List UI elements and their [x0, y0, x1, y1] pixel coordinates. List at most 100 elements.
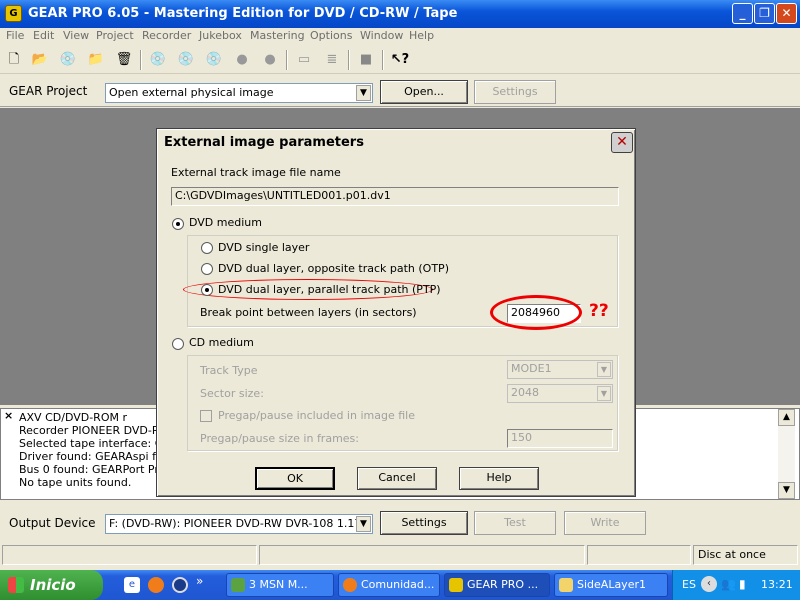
dvd-otp-label: DVD dual layer, opposite track path (OTP…: [218, 262, 449, 275]
ok-button[interactable]: OK: [255, 467, 335, 490]
start-button[interactable]: Inicio: [0, 570, 103, 600]
dialog-close-icon[interactable]: ✕: [611, 132, 633, 153]
language-indicator[interactable]: ES: [682, 578, 696, 591]
log-line: Selected tape interface: GEA: [19, 437, 178, 450]
dvd-medium-label: DVD medium: [189, 216, 262, 229]
pregap-check-label: Pregap/pause included in image file: [218, 409, 415, 422]
scroll-down-icon[interactable]: ▼: [778, 482, 795, 499]
open-folder-icon[interactable]: 📂: [30, 50, 50, 70]
minimize-button[interactable]: _: [732, 3, 753, 24]
clock[interactable]: 13:21: [761, 578, 793, 591]
window-title: GEAR PRO 6.05 - Mastering Edition for DV…: [28, 6, 458, 21]
disc-info-icon[interactable]: 💿: [148, 50, 168, 70]
task-sidealayer1[interactable]: SideALayer1: [554, 573, 668, 597]
menu-jukebox[interactable]: Jukebox: [199, 29, 242, 42]
output-device-select[interactable]: F: (DVD-RW): PIONEER DVD-RW DVR-108 1.17…: [105, 514, 373, 534]
menu-project[interactable]: Project: [96, 29, 134, 42]
task-comunidad[interactable]: Comunidad...: [338, 573, 440, 597]
dvd-single-layer-radio[interactable]: [201, 242, 213, 254]
test-button[interactable]: Test: [474, 511, 556, 535]
toolbar: 🗋 📂 💿 📁 🗑 💿 💿 💿 ● ● ▭ ≣ ■ ↖?: [0, 46, 800, 74]
list-icon[interactable]: ≣: [322, 50, 342, 70]
chevron-down-icon: ▼: [356, 516, 371, 532]
tape-icon[interactable]: ▭: [294, 50, 314, 70]
close-button[interactable]: ✕: [776, 3, 797, 24]
track-type-select[interactable]: MODE1 ▼: [507, 360, 613, 379]
menu-recorder[interactable]: Recorder: [142, 29, 191, 42]
network-icon[interactable]: 👥: [721, 577, 736, 591]
task-gear-pro[interactable]: GEAR PRO ...: [444, 573, 550, 597]
dvd-single-layer-label: DVD single layer: [218, 241, 310, 254]
external-image-dialog: External image parameters ✕ External tra…: [156, 128, 636, 497]
folder-disabled-icon[interactable]: ■: [356, 50, 376, 70]
task-label: 3 MSN M...: [249, 578, 308, 591]
status-panel: [259, 545, 585, 565]
status-panel: [587, 545, 691, 565]
pregap-size-input[interactable]: 150: [507, 429, 613, 448]
output-device-value: F: (DVD-RW): PIONEER DVD-RW DVR-108 1.17: [109, 517, 362, 530]
dvd-ptp-radio[interactable]: [201, 284, 213, 296]
write-button[interactable]: Write: [564, 511, 646, 535]
bucket-icon[interactable]: 🗑: [114, 50, 134, 70]
volume-icon[interactable]: ▮: [739, 577, 746, 591]
disc-add-icon[interactable]: 💿: [58, 50, 78, 70]
disc-disabled-icon[interactable]: ●: [260, 50, 280, 70]
file-name-label: External track image file name: [171, 166, 341, 179]
help-button[interactable]: Help: [459, 467, 539, 490]
ie-icon[interactable]: e: [124, 577, 140, 593]
sector-size-select[interactable]: 2048 ▼: [507, 384, 613, 403]
disc-disabled-icon[interactable]: ●: [232, 50, 252, 70]
media-player-icon[interactable]: [172, 577, 188, 593]
toolbar-separator: [286, 50, 288, 70]
task-msn[interactable]: 3 MSN M...: [226, 573, 334, 597]
menu-view[interactable]: View: [63, 29, 89, 42]
log-line: AXV CD/DVD-ROM r: [19, 411, 127, 424]
new-icon[interactable]: 🗋: [4, 50, 24, 70]
taskbar: Inicio e » 3 MSN M... Comunidad... GEAR …: [0, 570, 800, 600]
project-label: GEAR Project: [9, 84, 88, 98]
windows-logo-icon: [8, 577, 24, 593]
task-label: Comunidad...: [361, 578, 435, 591]
context-help-icon[interactable]: ↖?: [390, 50, 410, 70]
log-scrollbar[interactable]: ▲ ▼: [778, 409, 795, 499]
log-line: No tape units found.: [19, 476, 132, 489]
track-type-value: MODE1: [511, 362, 552, 375]
menu-window[interactable]: Window: [360, 29, 403, 42]
output-settings-button[interactable]: Settings: [380, 511, 468, 535]
folder-icon[interactable]: 📁: [86, 50, 106, 70]
disc-burn-icon[interactable]: 💿: [204, 50, 224, 70]
cd-medium-radio[interactable]: [172, 338, 184, 350]
task-label: SideALayer1: [577, 578, 646, 591]
dvd-ptp-label: DVD dual layer, parallel track path (PTP…: [218, 283, 441, 296]
task-label: GEAR PRO ...: [467, 578, 539, 591]
disc-copy-icon[interactable]: 💿: [176, 50, 196, 70]
break-point-label: Break point between layers (in sectors): [200, 306, 417, 319]
chevron-down-icon: ▼: [597, 362, 611, 377]
restore-button[interactable]: ❐: [754, 3, 775, 24]
status-bar: Disc at once: [0, 542, 800, 567]
firefox-icon[interactable]: [148, 577, 164, 593]
menu-options[interactable]: Options: [310, 29, 352, 42]
dvd-medium-radio[interactable]: [172, 218, 184, 230]
open-button[interactable]: Open...: [380, 80, 468, 104]
track-type-label: Track Type: [200, 364, 258, 377]
menu-edit[interactable]: Edit: [33, 29, 54, 42]
pregap-checkbox[interactable]: [200, 410, 212, 422]
log-line: Bus 0 found: GEARPort PnP: [19, 463, 168, 476]
file-name-field[interactable]: C:\GDVDImages\UNTITLED001.p01.dv1: [171, 187, 619, 206]
menu-help[interactable]: Help: [409, 29, 434, 42]
project-select[interactable]: Open external physical image ▼: [105, 83, 373, 103]
menu-file[interactable]: File: [6, 29, 24, 42]
settings-button[interactable]: Settings: [474, 80, 556, 104]
cancel-button[interactable]: Cancel: [357, 467, 437, 490]
chevron-left-icon[interactable]: ‹: [701, 576, 717, 592]
scroll-up-icon[interactable]: ▲: [778, 409, 795, 426]
dvd-otp-radio[interactable]: [201, 263, 213, 275]
annotation-question-marks: ??: [589, 301, 609, 321]
close-log-icon[interactable]: ×: [4, 409, 13, 422]
folder-icon: [559, 578, 573, 592]
chevron-right-icon[interactable]: »: [196, 574, 203, 588]
menu-mastering[interactable]: Mastering: [250, 29, 305, 42]
chevron-down-icon: ▼: [597, 386, 611, 401]
gear-app-icon: [449, 578, 463, 592]
